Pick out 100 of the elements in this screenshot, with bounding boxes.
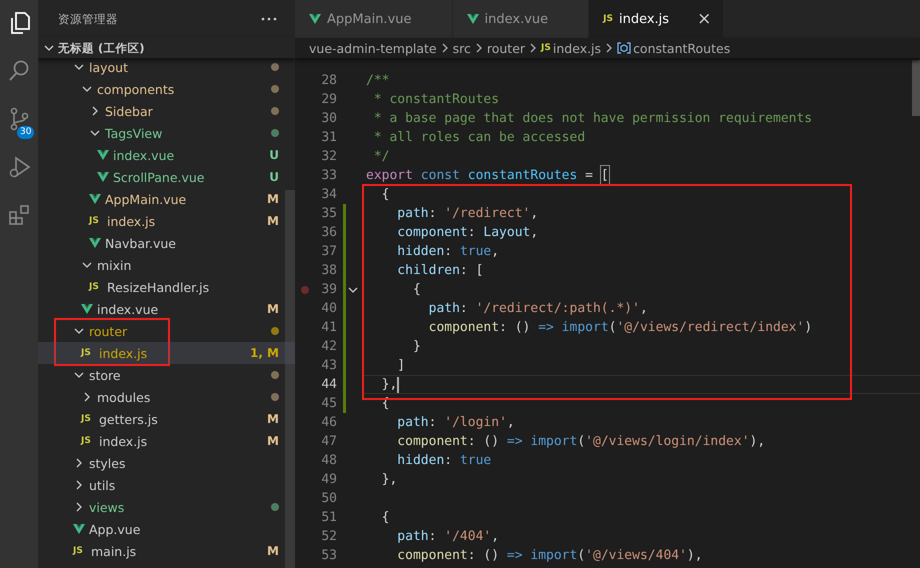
panel-title: 资源管理器 (58, 12, 118, 26)
file-name[interactable]: index.js (99, 434, 148, 448)
line-number: 30 (320, 110, 337, 128)
js-icon: JS (81, 436, 95, 446)
js-icon: JS (603, 14, 613, 24)
run-debug-icon[interactable] (7, 154, 31, 180)
breadcrumb-item[interactable]: constantRoutes (633, 40, 730, 56)
count-badge: 30 (17, 126, 34, 139)
scrollbar-thumb[interactable] (285, 190, 295, 568)
line-number: 28 (320, 72, 337, 90)
selected-row[interactable]: JS index.js 1, M (38, 342, 295, 364)
v-shape-icon (466, 13, 478, 25)
file-name[interactable]: Navbar.vue (105, 236, 176, 250)
close-button[interactable]: × (693, 9, 716, 29)
breadcrumb-item[interactable]: index.js (552, 40, 602, 56)
js-icon: JS (541, 43, 551, 53)
file-name[interactable]: AppMain.vue (105, 192, 186, 206)
more-icon[interactable] (261, 17, 277, 21)
git-status: M (267, 192, 279, 206)
breadcrumb-item[interactable]: src (452, 40, 471, 56)
line-number: 47 (320, 433, 337, 451)
code-line: /** (365, 72, 390, 90)
folder-name[interactable]: styles (89, 456, 126, 470)
file-name[interactable]: ResizeHandler.js (107, 280, 210, 294)
breakpoint-dot[interactable] (301, 286, 309, 294)
code-line: component: () => import('@/views/404'), (396, 547, 704, 565)
file-name[interactable]: main.js (91, 544, 136, 558)
js-icon: JS (73, 546, 87, 556)
folder-name[interactable]: utils (89, 478, 116, 492)
git-status: M (267, 412, 279, 426)
code-line: path: '/redirect', (396, 205, 540, 223)
v-shape-icon (89, 193, 101, 205)
code-line: * all roles can be accessed (372, 129, 586, 147)
editor-tab[interactable]: AppMain.vue (295, 0, 452, 38)
v-shape-icon (97, 149, 109, 161)
js-icon: JS (81, 348, 95, 358)
folder-name[interactable]: modules (97, 390, 150, 404)
v-shape-icon (89, 237, 101, 249)
breadcrumb-item[interactable]: vue-admin-template (309, 40, 437, 56)
line-number: 31 (320, 129, 337, 147)
extensions-icon[interactable] (7, 202, 31, 228)
line-number: 44 (320, 376, 337, 394)
line-number: 43 (320, 357, 337, 375)
symbol-icon (617, 42, 632, 54)
js-icon: JS (89, 216, 103, 226)
folder-name[interactable]: Sidebar (105, 104, 153, 118)
editor-tab[interactable]: JS index.js × (589, 0, 724, 38)
line-number: 34 (320, 186, 337, 204)
scrollbar-thumb[interactable] (912, 60, 920, 116)
line-number: 48 (320, 452, 337, 470)
line-number: 33 (320, 167, 337, 185)
code-line: hidden: true (396, 452, 492, 470)
folder-name[interactable]: router (89, 324, 128, 338)
editor-tab[interactable]: index.vue (452, 0, 590, 38)
js-icon: JS (89, 282, 103, 292)
file-name[interactable]: App.vue (89, 522, 140, 536)
code-line: { (380, 186, 390, 204)
v-shape-icon (309, 13, 321, 25)
v-shape-icon (73, 523, 85, 535)
code-line: { (380, 509, 390, 527)
git-status: M (267, 544, 279, 558)
file-name[interactable]: index.vue (97, 302, 158, 316)
breadcrumb-item[interactable]: router (486, 40, 526, 56)
folder-name[interactable]: layout (89, 60, 128, 74)
code-line: path: '/redirect/:path(.*)', (428, 300, 649, 318)
line-number: 49 (320, 471, 337, 489)
workspace-title[interactable]: 无标题 (工作区) (58, 40, 145, 56)
file-name[interactable]: getters.js (99, 412, 158, 426)
line-number: 32 (320, 148, 337, 166)
code-line: * a base page that does not have permission requirements (372, 110, 814, 128)
code-line: path: '/404', (396, 528, 500, 546)
git-status: U (269, 170, 279, 184)
folder-name[interactable]: store (89, 368, 121, 382)
code-line: ] (396, 357, 406, 375)
line-number: 45 (320, 395, 337, 413)
code-line: children: [ (396, 262, 484, 280)
folder-name[interactable]: mixin (97, 258, 132, 272)
folder-name[interactable]: views (89, 500, 124, 514)
file-name[interactable]: index.js (107, 214, 156, 228)
code-line: }, (380, 471, 398, 489)
line-number: 40 (320, 300, 337, 318)
v-shape-icon (81, 303, 93, 315)
line-number: 53 (320, 547, 337, 565)
git-status: M (267, 434, 279, 448)
file-name[interactable]: index.vue (113, 148, 174, 162)
line-number: 46 (320, 414, 337, 432)
code-line: * constantRoutes (372, 91, 500, 109)
code-line: { (412, 281, 422, 299)
folder-name[interactable]: TagsView (105, 126, 162, 140)
file-name[interactable]: ScrollPane.vue (113, 170, 204, 184)
code-line: component: () => import('@/views/redirect/index') (428, 319, 814, 337)
code-line: component: () => import('@/views/login/index'), (396, 433, 766, 451)
line-number: 42 (320, 338, 337, 356)
file-name[interactable]: index.js (99, 346, 148, 360)
line-number: 29 (320, 91, 337, 109)
line-number: 51 (320, 509, 337, 527)
folder-name[interactable]: components (97, 82, 174, 96)
line-number: 52 (320, 528, 337, 546)
code-line: hidden: true, (396, 243, 500, 261)
git-status: U (269, 148, 279, 162)
